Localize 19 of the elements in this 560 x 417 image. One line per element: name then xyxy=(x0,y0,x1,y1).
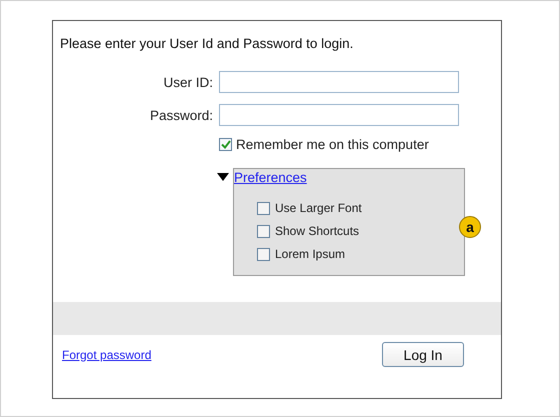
annotation-badge: a xyxy=(459,216,481,238)
preferences-link[interactable]: Preferences xyxy=(234,170,307,185)
checkbox[interactable] xyxy=(257,224,270,238)
instruction-text: Please enter your User Id and Password to login. xyxy=(59,35,354,51)
triangle-down-icon[interactable] xyxy=(217,173,229,181)
checkbox-label: Use Larger Font xyxy=(275,201,362,215)
field-label: User ID: xyxy=(162,74,213,90)
checkmark-icon xyxy=(220,140,230,149)
input-field[interactable] xyxy=(219,71,459,93)
login-button[interactable]: Log In xyxy=(382,342,464,367)
checkbox[interactable] xyxy=(257,202,270,214)
checkbox[interactable] xyxy=(219,138,232,151)
checkbox-label: Lorem Ipsum xyxy=(275,247,346,261)
checkbox[interactable] xyxy=(257,248,270,260)
checkbox-label: Remember me on this computer xyxy=(236,137,429,152)
field-label: Password: xyxy=(148,108,213,122)
input-field[interactable] xyxy=(219,104,459,126)
forgot-password-link[interactable]: Forgot password xyxy=(62,348,152,362)
checkbox-label: Show Shortcuts xyxy=(275,224,360,238)
